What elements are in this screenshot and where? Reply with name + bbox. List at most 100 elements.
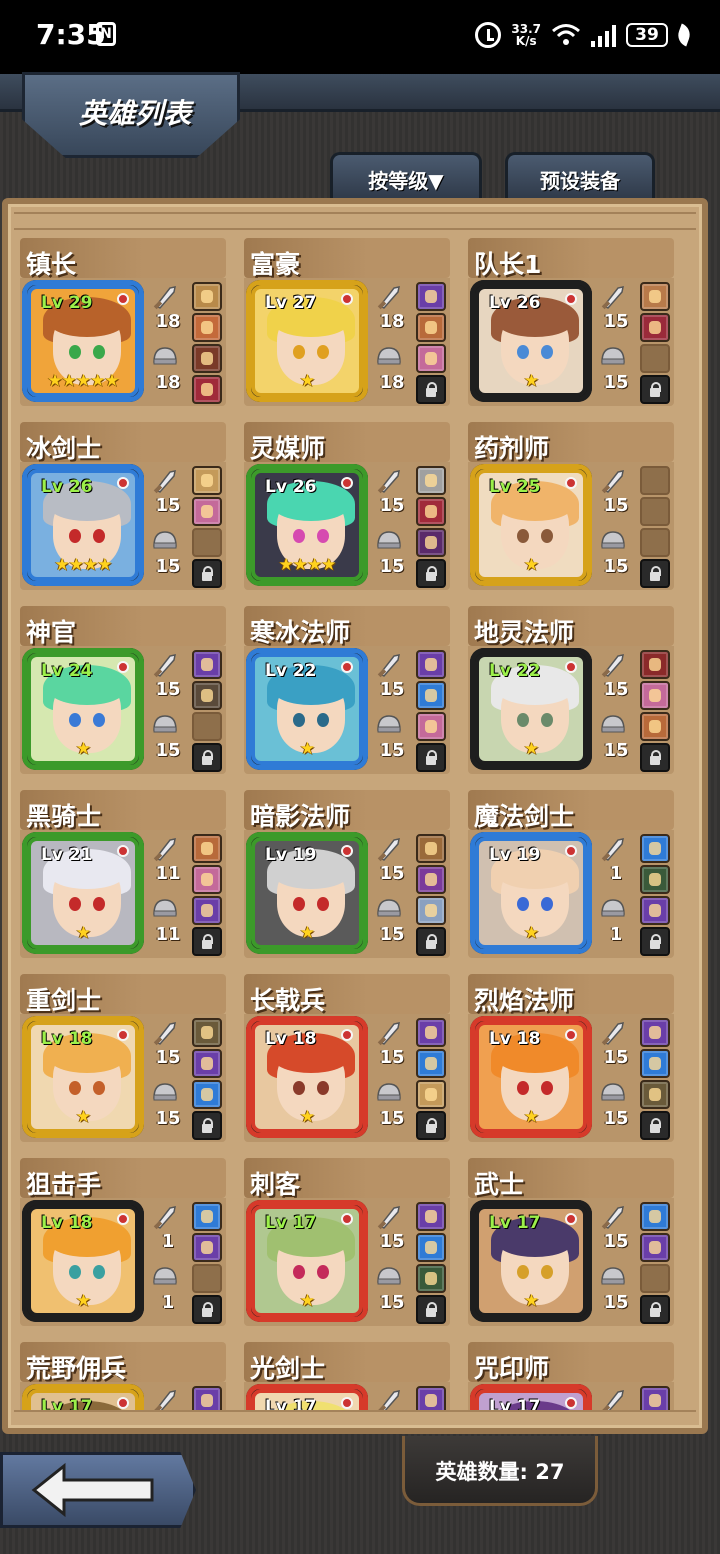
hero-card[interactable]: 神官 Lv 24 ★ 15 15 [20,602,226,774]
hero-portrait[interactable]: Lv 18 ★ [22,1200,144,1322]
equipment-slot-item[interactable] [416,1386,446,1410]
lock-icon[interactable] [192,1295,222,1324]
equipment-slot-item[interactable] [416,344,446,373]
equipment-slot-item[interactable] [416,650,446,679]
hero-portrait[interactable]: Lv 25 ★ [470,464,592,586]
hero-card[interactable]: 长戟兵 Lv 18 ★ 15 15 [244,970,450,1142]
hero-card[interactable]: 镇长 Lv 29 ★★★★★ 18 18 [20,234,226,406]
lock-icon[interactable] [192,559,222,588]
lock-icon[interactable] [640,927,670,956]
equipment-slot-item[interactable] [416,313,446,342]
equipment-slot-item[interactable] [640,313,670,342]
hero-portrait[interactable]: Lv 19 ★ [246,832,368,954]
lock-icon[interactable] [192,927,222,956]
hero-portrait[interactable]: Lv 17 ★ [470,1200,592,1322]
equipment-slot-item[interactable] [192,1386,222,1410]
hero-portrait[interactable]: Lv 26 ★★★★ [22,464,144,586]
equipment-slot-item[interactable] [640,1233,670,1262]
lock-icon[interactable] [640,1111,670,1140]
equipment-slot-item[interactable] [640,712,670,741]
equipment-slot-empty[interactable] [640,528,670,557]
equipment-slot-item[interactable] [192,650,222,679]
hero-portrait[interactable]: Lv 19 ★ [470,832,592,954]
equipment-slot-item[interactable] [416,528,446,557]
equipment-slot-item[interactable] [192,896,222,925]
equipment-slot-empty[interactable] [640,497,670,526]
equipment-slot-item[interactable] [416,1233,446,1262]
equipment-slot-item[interactable] [416,1049,446,1078]
equipment-slot-empty[interactable] [640,344,670,373]
lock-icon[interactable] [416,559,446,588]
equipment-slot-item[interactable] [416,1018,446,1047]
equipment-slot-item[interactable] [640,1202,670,1231]
lock-icon[interactable] [416,927,446,956]
hero-card[interactable]: 灵媒师 Lv 26 ★★★★ 15 15 [244,418,450,590]
equipment-slot-item[interactable] [416,1264,446,1293]
equipment-slot-item[interactable] [192,1080,222,1109]
lock-icon[interactable] [416,375,446,404]
equipment-slot-item[interactable] [192,1049,222,1078]
equipment-slot-item[interactable] [192,375,222,404]
hero-portrait[interactable]: Lv 24 ★ [22,648,144,770]
hero-card[interactable]: 寒冰法师 Lv 22 ★ 15 15 [244,602,450,774]
equipment-slot-item[interactable] [640,1018,670,1047]
hero-card[interactable]: 暗影法师 Lv 19 ★ 15 15 [244,786,450,958]
hero-card[interactable]: 重剑士 Lv 18 ★ 15 15 [20,970,226,1142]
equipment-slot-item[interactable] [416,282,446,311]
equipment-slot-empty[interactable] [192,528,222,557]
equipment-slot-item[interactable] [416,1080,446,1109]
hero-card[interactable]: 荒野佣兵 Lv 17 ★ [20,1338,226,1410]
hero-portrait[interactable]: Lv 27 ★ [246,280,368,402]
hero-card[interactable]: 狙击手 Lv 18 ★ 1 1 [20,1154,226,1326]
lock-icon[interactable] [416,1295,446,1324]
equipment-slot-empty[interactable] [192,1264,222,1293]
sort-by-level-button[interactable]: 按等级▼ [330,152,482,204]
equipment-slot-item[interactable] [640,1049,670,1078]
preset-equipment-button[interactable]: 预设装备 [505,152,655,204]
hero-portrait[interactable]: Lv 18 ★ [22,1016,144,1138]
equipment-slot-item[interactable] [416,466,446,495]
hero-portrait[interactable]: Lv 21 ★ [22,832,144,954]
equipment-slot-empty[interactable] [192,712,222,741]
equipment-slot-empty[interactable] [640,1264,670,1293]
equipment-slot-item[interactable] [640,282,670,311]
equipment-slot-item[interactable] [416,1202,446,1231]
hero-card[interactable]: 魔法剑士 Lv 19 ★ 1 1 [468,786,674,958]
equipment-slot-item[interactable] [192,1202,222,1231]
lock-icon[interactable] [416,743,446,772]
equipment-slot-item[interactable] [416,681,446,710]
hero-portrait[interactable]: Lv 17 ★ [22,1384,144,1410]
lock-icon[interactable] [640,375,670,404]
hero-portrait[interactable]: Lv 17 ★ [246,1384,368,1410]
hero-portrait[interactable]: Lv 22 ★ [246,648,368,770]
lock-icon[interactable] [192,743,222,772]
hero-grid[interactable]: 镇长 Lv 29 ★★★★★ 18 18 富豪 Lv 27 ★ 18 18 队长… [20,234,692,1410]
equipment-slot-item[interactable] [192,1233,222,1262]
lock-icon[interactable] [640,559,670,588]
equipment-slot-item[interactable] [192,681,222,710]
equipment-slot-item[interactable] [640,896,670,925]
hero-card[interactable]: 武士 Lv 17 ★ 15 15 [468,1154,674,1326]
equipment-slot-item[interactable] [192,865,222,894]
equipment-slot-item[interactable] [416,712,446,741]
hero-card[interactable]: 队长1 Lv 26 ★ 15 15 [468,234,674,406]
back-arrow-icon[interactable] [30,1462,160,1518]
lock-icon[interactable] [640,743,670,772]
hero-portrait[interactable]: Lv 22 ★ [470,648,592,770]
equipment-slot-item[interactable] [192,282,222,311]
hero-card[interactable]: 地灵法师 Lv 22 ★ 15 15 [468,602,674,774]
hero-portrait[interactable]: Lv 29 ★★★★★ [22,280,144,402]
equipment-slot-item[interactable] [640,681,670,710]
equipment-slot-item[interactable] [640,834,670,863]
equipment-slot-item[interactable] [192,1018,222,1047]
hero-card[interactable]: 烈焰法师 Lv 18 ★ 15 15 [468,970,674,1142]
equipment-slot-item[interactable] [640,865,670,894]
equipment-slot-item[interactable] [192,834,222,863]
lock-icon[interactable] [192,1111,222,1140]
equipment-slot-item[interactable] [192,313,222,342]
lock-icon[interactable] [416,1111,446,1140]
equipment-slot-item[interactable] [416,834,446,863]
equipment-slot-item[interactable] [640,650,670,679]
hero-card[interactable]: 药剂师 Lv 25 ★ 15 15 [468,418,674,590]
equipment-slot-item[interactable] [416,497,446,526]
